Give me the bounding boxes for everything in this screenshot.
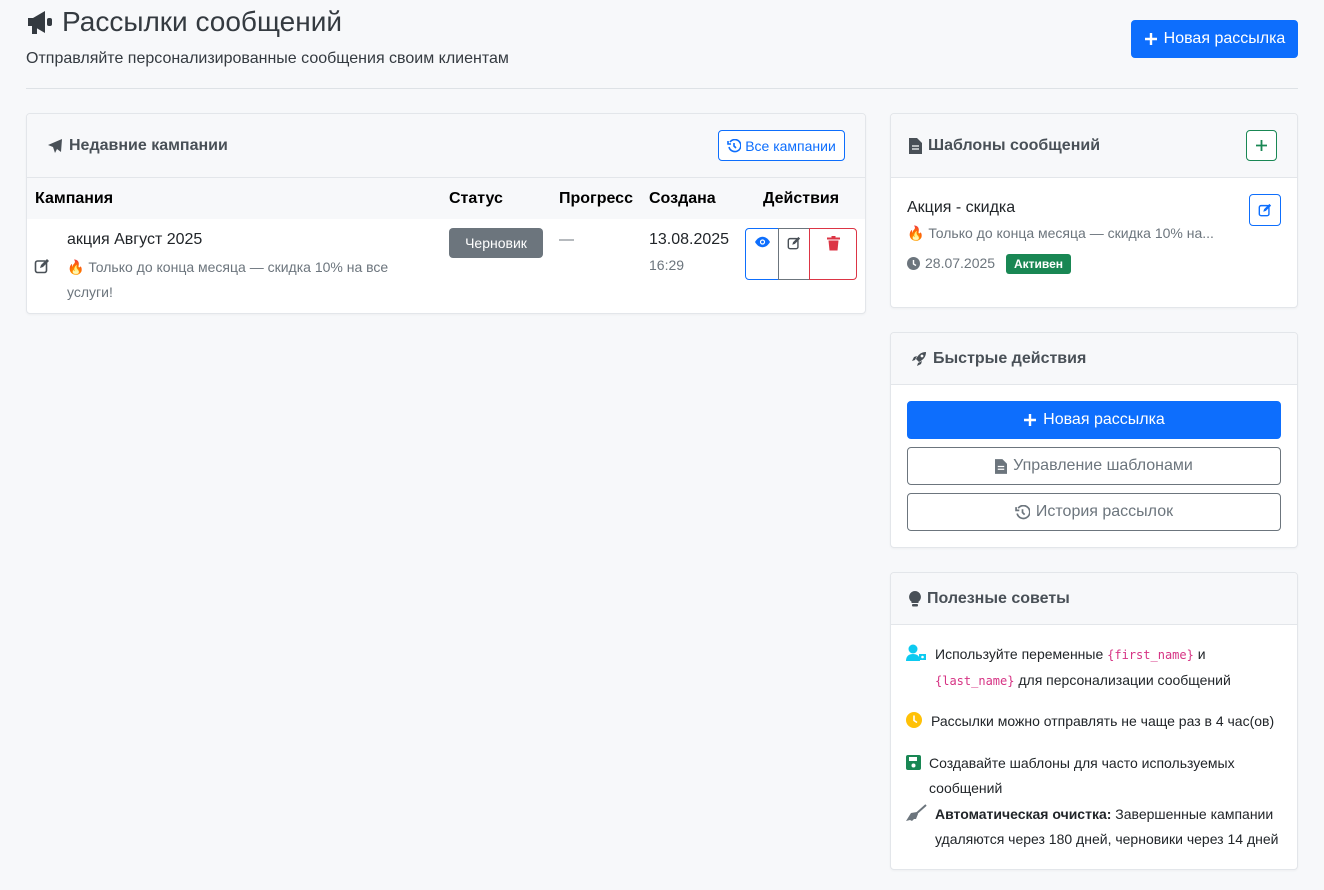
tips-header: Полезные советы [891,573,1297,625]
all-campaigns-button[interactable]: Все кампании [718,130,845,161]
edit-campaign-button[interactable] [778,228,810,280]
broom-icon [906,804,927,822]
progress-value: — [559,231,574,248]
plus-icon [1255,139,1268,152]
tip-variables-and: и [1197,646,1206,662]
tip-variables-text-b: для персонализации сообщений [1018,672,1231,688]
templates-title: Шаблоны сообщений [928,136,1101,154]
page-subtitle: Отправляйте персонализированные сообщени… [26,50,509,67]
manage-templates-label: Управление шаблонами [1013,457,1193,474]
tip-variables: Используйте переменные {first_name} и {l… [935,642,1275,694]
paper-plane-icon [47,138,63,154]
template-date-group: 28.07.2025 [907,255,995,271]
template-name[interactable]: Акция - скидка [907,199,1015,217]
history-icon [1015,504,1030,520]
quick-new-label: Новая рассылка [1043,411,1165,428]
clock-icon [906,712,922,728]
quick-new-mailing-button[interactable]: Новая рассылка [907,401,1281,439]
quick-actions-card: Быстрые действия Новая рассылка Управлен… [890,332,1298,548]
templates-card: Шаблоны сообщений Акция - скидка 🔥 Тольк… [890,113,1298,308]
recent-campaigns-title: Недавние кампании [69,136,228,154]
campaign-preview: 🔥 Только до конца месяца — скидка 10% на… [67,259,389,300]
mailing-history-label: История рассылок [1035,503,1174,520]
header-divider [26,88,1298,89]
col-status: Статус [449,190,503,207]
tip-variables-text-a: Используйте переменные [935,646,1104,662]
edit-icon [787,236,801,250]
template-date: 28.07.2025 [925,255,996,271]
save-icon [906,755,921,770]
tip-cleanup: Автоматическая очистка: Завершенные камп… [935,802,1285,852]
col-campaign: Кампания [35,190,114,207]
edit-template-button[interactable] [1249,194,1281,226]
page-heading: Рассылки сообщений [62,6,342,37]
quick-actions-header: Быстрые действия [891,333,1297,385]
templates-header: Шаблоны сообщений [891,114,1297,178]
manage-templates-button[interactable]: Управление шаблонами [907,447,1281,485]
eye-icon [754,236,771,248]
page-title: Рассылки сообщений [26,6,342,38]
plus-icon [1023,413,1037,427]
col-progress: Прогресс [559,190,633,207]
view-campaign-button[interactable] [745,228,779,280]
first-name-variable: {first_name} [1107,648,1194,662]
file-icon [995,458,1008,474]
lightbulb-icon [909,590,921,607]
created-date: 13.08.2025 [649,231,730,248]
plus-icon [1144,32,1158,46]
col-actions: Действия [763,190,840,207]
tip-templates: Создавайте шаблоны для часто используемы… [929,755,1235,796]
draft-edit-icon [34,258,50,274]
tips-title: Полезные советы [927,589,1070,607]
template-status-badge: Активен [1006,254,1071,274]
mailing-history-button[interactable]: История рассылок [907,493,1281,531]
status-badge: Черновик [449,228,543,258]
new-mailing-button[interactable]: Новая рассылка [1131,20,1298,58]
tip-frequency: Рассылки можно отправлять не чаще раз в … [931,713,1275,729]
tip-cleanup-label: Автоматическая очистка: [935,806,1112,822]
file-icon [909,137,922,154]
add-template-button[interactable] [1246,130,1277,161]
col-created: Создана [649,190,716,207]
delete-campaign-button[interactable] [809,228,857,280]
new-mailing-label: Новая рассылка [1163,30,1286,47]
table-header-row [27,178,865,219]
clock-icon [907,256,920,270]
created-time: 16:29 [649,257,685,273]
rocket-icon [911,351,927,367]
user-tag-icon [906,644,927,661]
quick-actions-title: Быстрые действия [933,349,1087,367]
campaign-name[interactable]: акция Август 2025 [67,231,202,249]
edit-icon [1258,203,1272,217]
trash-icon [827,236,840,251]
all-campaigns-label: Все кампании [745,137,836,154]
template-preview: 🔥 Только до конца месяца — скидка 10% на… [907,225,1214,241]
history-icon [727,138,742,153]
megaphone-icon [26,9,54,35]
last-name-variable: {last_name} [935,674,1015,688]
